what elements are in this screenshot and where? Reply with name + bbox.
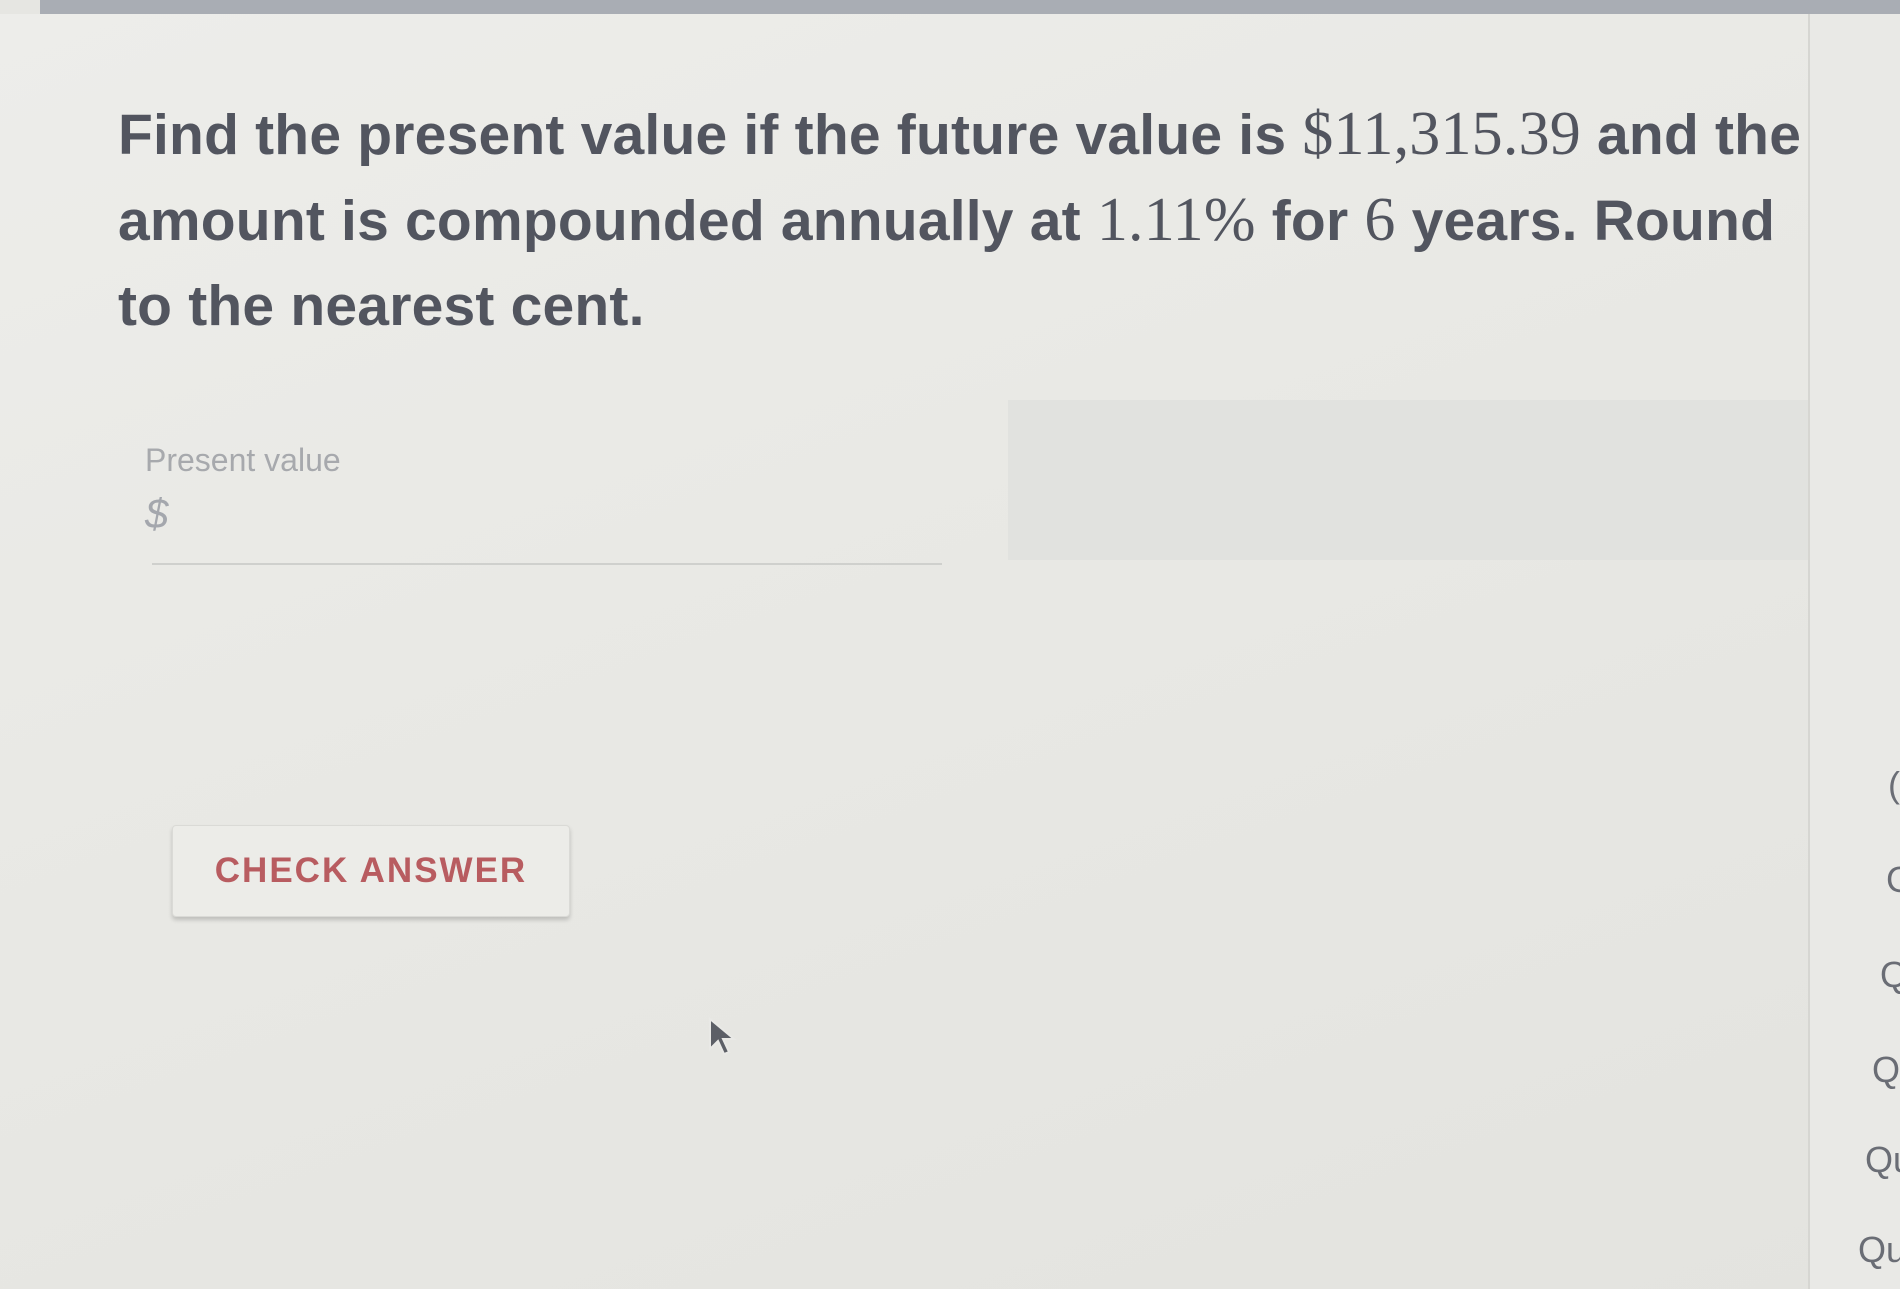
top-bar	[40, 0, 1900, 14]
question-text: Find the present value if the future val…	[118, 100, 1802, 338]
sidebar-item[interactable]: Qu	[1865, 1139, 1900, 1181]
input-underline	[152, 563, 942, 565]
sidebar-item[interactable]: (	[1888, 764, 1900, 806]
dollar-sign: $	[145, 490, 169, 537]
sidebar-item[interactable]: Q	[1880, 954, 1900, 996]
feedback-area	[1008, 400, 1823, 560]
question-list-sidebar: ( C Q Qu Qu Qu	[1808, 14, 1900, 1289]
sidebar-item[interactable]: C	[1886, 859, 1900, 901]
future-value: $11,315.39	[1302, 100, 1581, 168]
sidebar-item[interactable]: Qu	[1858, 1229, 1900, 1271]
present-value-input[interactable]	[185, 486, 929, 558]
interest-rate: 1.11%	[1096, 186, 1256, 254]
years-value: 6	[1364, 186, 1396, 254]
present-value-label: Present value	[145, 442, 341, 478]
sidebar-item[interactable]: Qu	[1872, 1049, 1900, 1091]
mouse-pointer-icon	[709, 1017, 737, 1056]
check-answer-button[interactable]: CHECK ANSWER	[172, 825, 570, 917]
